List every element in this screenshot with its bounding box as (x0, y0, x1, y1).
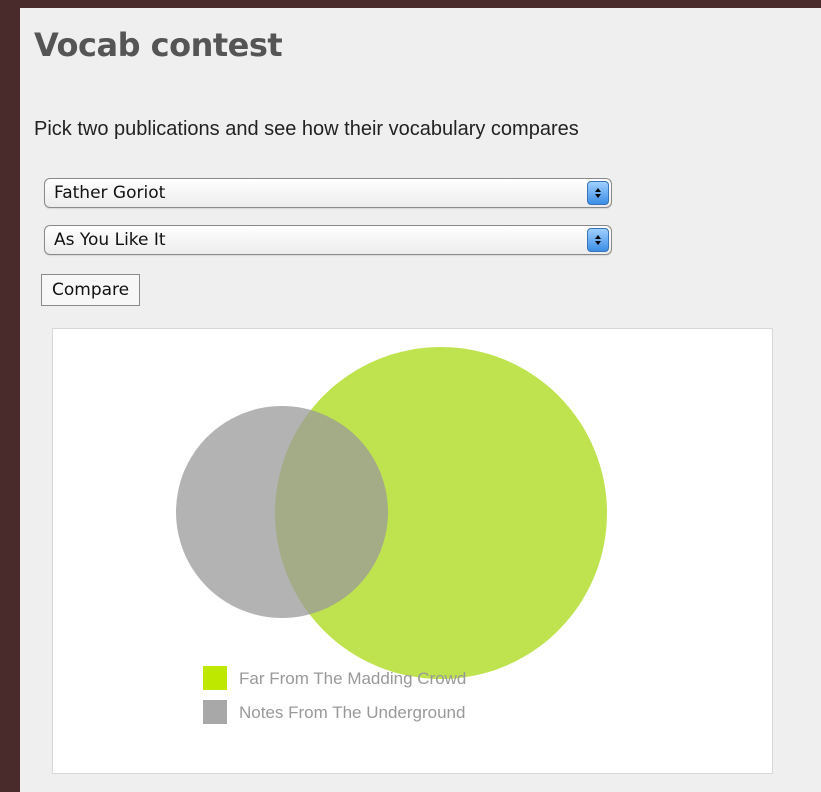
legend-label-2: Notes From The Underground (239, 703, 465, 722)
page-title: Vocab contest (34, 26, 283, 64)
publication-select-1-value: Father Goriot (54, 183, 166, 203)
legend-swatch-1 (203, 666, 227, 690)
venn-svg: Far From The Madding Crowd Notes From The… (176, 347, 607, 724)
legend-swatch-2 (203, 700, 227, 724)
publication-select-2-value: As You Like It (54, 230, 166, 250)
content-panel: Vocab contest Pick two publications and … (20, 8, 821, 792)
stepper-arrows-icon (587, 228, 609, 252)
venn-circle-notes-from-the-underground (176, 406, 388, 618)
publication-select-2[interactable]: As You Like It (44, 225, 612, 255)
publication-select-1[interactable]: Father Goriot (44, 178, 612, 208)
venn-chart: Far From The Madding Crowd Notes From The… (52, 328, 773, 774)
stepper-arrows-icon (587, 181, 609, 205)
page-subtitle: Pick two publications and see how their … (34, 118, 579, 140)
legend-label-1: Far From The Madding Crowd (239, 669, 466, 688)
compare-button[interactable]: Compare (41, 274, 141, 306)
